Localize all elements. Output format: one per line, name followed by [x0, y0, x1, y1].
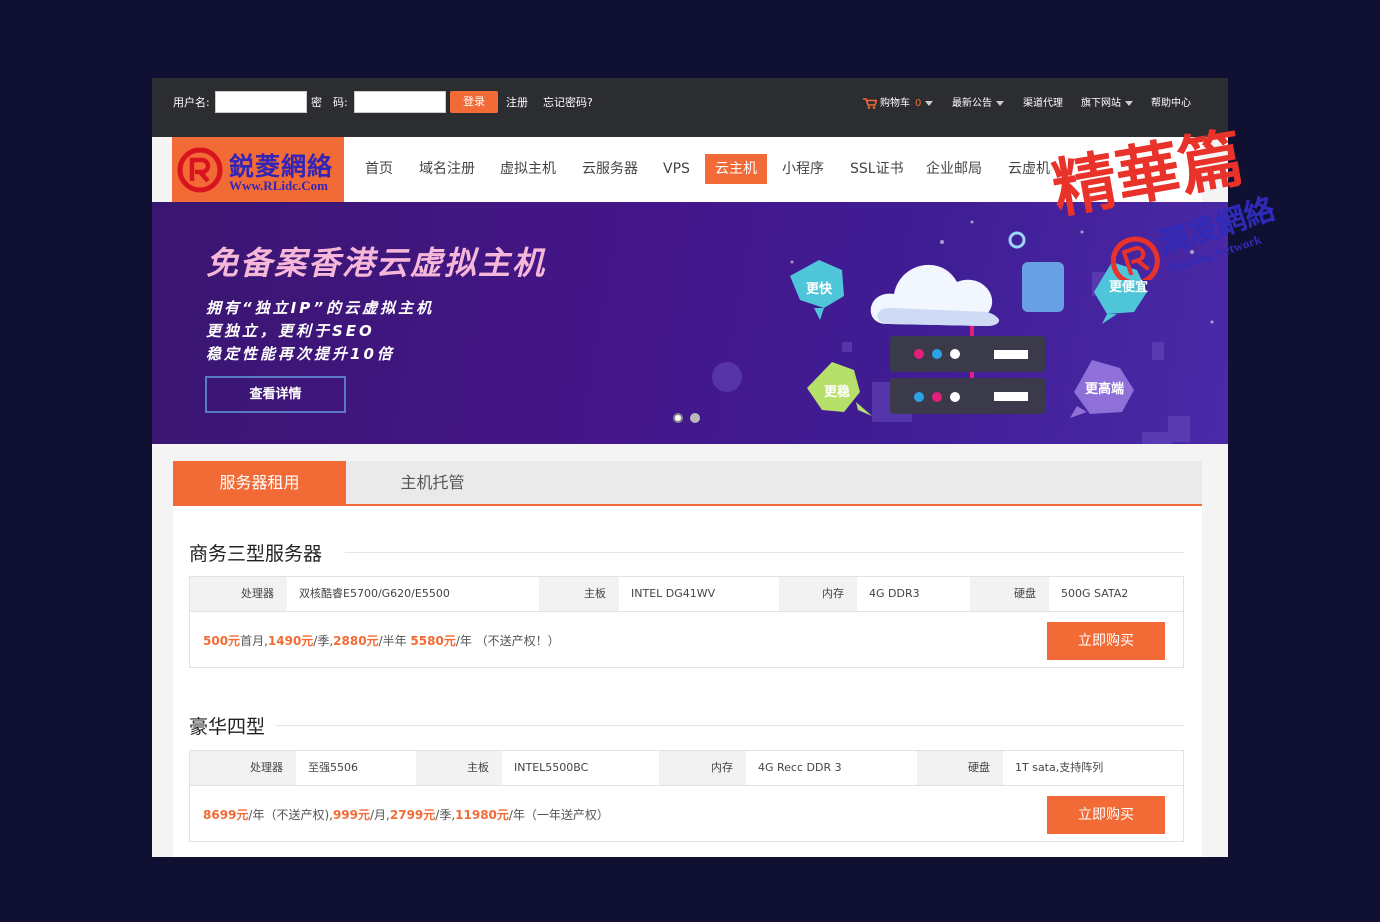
nav-item-ssl[interactable]: SSL证书	[840, 154, 914, 184]
ram-label: 内存	[779, 577, 857, 611]
product-list: 商务三型服务器 处理器 双核酷睿E5700/G620/E5500 主板 INTE…	[173, 506, 1202, 857]
password-input[interactable]	[354, 91, 446, 113]
forgot-password-link[interactable]: 忘记密码?	[543, 94, 593, 110]
price-row: 8699元/年（不送产权),999元/月,2799元/季,11980元/年（一年…	[189, 786, 1184, 842]
banner-details-button[interactable]: 查看详情	[205, 376, 346, 413]
ram-label: 内存	[659, 751, 746, 785]
bubble-stable: 更稳	[824, 385, 851, 400]
register-link[interactable]: 注册	[506, 94, 528, 110]
sub-sites-label: 旗下网站	[1081, 98, 1121, 109]
board-value: INTEL5500BC	[502, 751, 659, 785]
chevron-down-icon	[996, 100, 1004, 106]
help-center-link[interactable]: 帮助中心	[1151, 94, 1191, 109]
board-label: 主板	[539, 577, 619, 611]
nav-item-cloud-vm[interactable]: 云虚机	[998, 154, 1060, 184]
buy-now-button[interactable]: 立即购买	[1047, 622, 1165, 660]
username-label: 用户名:	[173, 96, 210, 109]
cart-link[interactable]: 购物车 0	[863, 94, 934, 109]
bubble-high-end: 更高端	[1085, 382, 1125, 397]
nav-item-enterprise-mail[interactable]: 企业邮局	[916, 154, 992, 184]
password-label: 密 码:	[311, 96, 348, 109]
nav-item-domain[interactable]: 域名注册	[409, 154, 485, 184]
cpu-value: 至强5506	[296, 751, 416, 785]
nav-item-cloud-server[interactable]: 云服务器	[572, 154, 648, 184]
carousel-dot-1[interactable]	[673, 413, 683, 423]
service-tabs: 服务器租用 主机托管	[173, 461, 1202, 506]
banner-line-3: 稳定性能再次提升10倍	[206, 345, 395, 363]
cart-label: 购物车	[880, 98, 910, 109]
ram-value: 4G Recc DDR 3	[746, 751, 917, 785]
banner-line-2: 更独立，更利于SEO	[206, 322, 375, 340]
nav-item-vps[interactable]: VPS	[653, 154, 700, 184]
announcements-menu[interactable]: 最新公告	[952, 94, 1004, 109]
nav-item-cloud-host[interactable]: 云主机	[705, 154, 767, 184]
tab-colocation[interactable]: 主机托管	[346, 461, 519, 504]
cart-icon	[863, 97, 877, 109]
divider	[275, 725, 1184, 726]
ram-value: 4G DDR3	[857, 577, 970, 611]
cpu-value: 双核酷睿E5700/G620/E5500	[287, 577, 539, 611]
chevron-down-icon	[925, 100, 934, 106]
bubble-faster: 更快	[806, 282, 833, 297]
nav-item-virtual-host[interactable]: 虚拟主机	[490, 154, 566, 184]
cpu-label: 处理器	[190, 751, 296, 785]
board-label: 主板	[416, 751, 502, 785]
divider	[345, 552, 1184, 553]
banner-title: 免备案香港云虚拟主机	[206, 244, 547, 282]
disk-value: 500G SATA2	[1049, 577, 1183, 611]
board-value: INTEL DG41WV	[619, 577, 779, 611]
disk-label: 硬盘	[917, 751, 1003, 785]
nav-item-mini-program[interactable]: 小程序	[772, 154, 834, 184]
bubble-cheaper: 更便宜	[1109, 280, 1149, 295]
product-title: 商务三型服务器	[189, 543, 323, 565]
username-input[interactable]	[215, 91, 307, 113]
banner-line-1: 拥有“独立IP”的云虚拟主机	[206, 299, 435, 317]
price-row: 500元首月,1490元/季,2880元/半年 5580元/年 （不送产权！） …	[189, 612, 1184, 668]
logo[interactable]: 鋭菱網絡 Www.RLidc.Com	[172, 137, 344, 202]
cart-count: 0	[915, 98, 922, 109]
logo-subtitle: Www.RLidc.Com	[229, 178, 328, 193]
tab-server-rental[interactable]: 服务器租用	[173, 461, 346, 504]
site-frame: 用户名: 密 码: 登录 注册 忘记密码? 购物车 0 最新公告 渠道代理 旗下网…	[152, 78, 1228, 857]
disk-value: 1T sata,支持阵列	[1003, 751, 1183, 785]
sub-sites-menu[interactable]: 旗下网站	[1081, 94, 1133, 109]
cpu-label: 处理器	[190, 577, 287, 611]
chevron-down-icon	[1125, 100, 1133, 106]
price-text: 500元首月,1490元/季,2880元/半年 5580元/年 （不送产权！）	[203, 634, 560, 648]
login-button[interactable]: 登录	[450, 91, 498, 113]
disk-label: 硬盘	[970, 577, 1049, 611]
top-bar: 用户名: 密 码: 登录 注册 忘记密码? 购物车 0 最新公告 渠道代理 旗下网…	[152, 78, 1228, 137]
main-nav: 鋭菱網絡 Www.RLidc.Com 首页 域名注册 虚拟主机 云服务器 VPS…	[172, 137, 1202, 202]
announcements-label: 最新公告	[952, 98, 992, 109]
channel-agent-link[interactable]: 渠道代理	[1023, 94, 1063, 109]
carousel-dot-2[interactable]	[690, 413, 700, 423]
price-text: 8699元/年（不送产权),999元/月,2799元/季,11980元/年（一年…	[203, 808, 609, 822]
nav-item-home[interactable]: 首页	[355, 154, 403, 184]
buy-now-button[interactable]: 立即购买	[1047, 796, 1165, 834]
spec-table: 处理器 双核酷睿E5700/G620/E5500 主板 INTEL DG41WV…	[189, 576, 1184, 612]
spec-table: 处理器 至强5506 主板 INTEL5500BC 内存 4G Recc DDR…	[189, 750, 1184, 786]
logo-mark-icon	[177, 147, 223, 193]
hero-banner[interactable]: 免备案香港云虚拟主机 拥有“独立IP”的云虚拟主机 更独立，更利于SEO 稳定性…	[152, 202, 1228, 444]
product-title: 豪华四型	[189, 716, 266, 738]
